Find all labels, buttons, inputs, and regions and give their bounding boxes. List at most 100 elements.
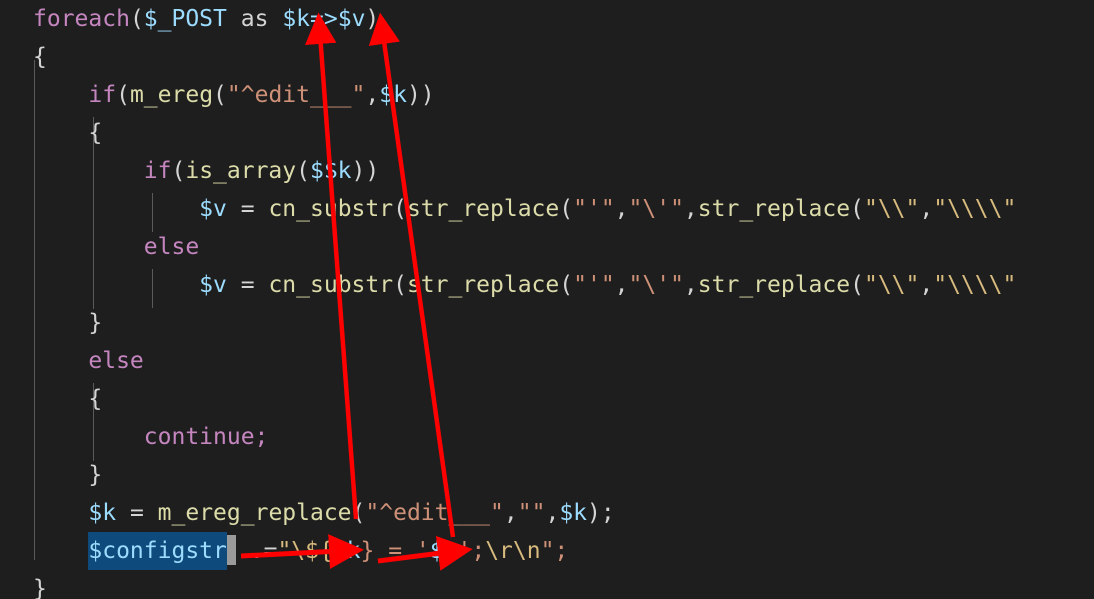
text-cursor bbox=[226, 535, 236, 565]
comma-6c: , bbox=[919, 196, 934, 222]
comma-8b: , bbox=[683, 272, 698, 298]
paren-6b: ( bbox=[559, 196, 574, 222]
code-line-3[interactable]: if(m_ereg("^edit___",$k)) bbox=[0, 76, 1094, 114]
comma-6b: , bbox=[683, 196, 698, 222]
space-14a bbox=[116, 500, 130, 526]
paren-14-close: ); bbox=[587, 500, 615, 526]
paren-8a: ( bbox=[393, 272, 407, 298]
brace-open-outer: { bbox=[33, 44, 47, 70]
space-15 bbox=[236, 538, 250, 564]
string-quad-backslash-6: "\\\\" bbox=[933, 196, 1017, 222]
string-backslash-6: "\\" bbox=[863, 196, 920, 222]
paren-close: ) bbox=[365, 6, 380, 32]
paren-5-open: ( bbox=[171, 158, 186, 184]
string-single-quote-8: "'" bbox=[573, 272, 615, 298]
string-template-start: "\${ bbox=[277, 538, 333, 564]
keyword-as: as bbox=[240, 6, 269, 32]
function-str-replace-6b: str_replace bbox=[697, 196, 851, 222]
operator-assign-14: = bbox=[129, 500, 144, 526]
code-line-6[interactable]: $v = cn_substr(str_replace("'","\'",str_… bbox=[0, 190, 1094, 228]
space-8a bbox=[227, 272, 241, 298]
function-cn-substr-8: cn_substr bbox=[268, 272, 394, 298]
string-edit-pattern-14: "^edit___" bbox=[365, 500, 504, 526]
string-template-mid: } = ' bbox=[360, 538, 430, 564]
string-edit-pattern-1: "^edit___" bbox=[226, 82, 366, 108]
paren-3b-open: ( bbox=[213, 82, 227, 108]
brace-close-if1: } bbox=[88, 310, 103, 336]
string-quad-backslash-8: "\\\\" bbox=[933, 272, 1017, 298]
function-m-ereg: m_ereg bbox=[129, 82, 214, 108]
variable-k-14: $k bbox=[88, 500, 117, 526]
paren-5-close: )) bbox=[351, 158, 380, 184]
code-line-10[interactable]: else bbox=[0, 342, 1094, 380]
brace-open-else: { bbox=[88, 386, 103, 412]
code-line-2[interactable]: { bbox=[0, 38, 1094, 76]
operator-double-arrow: => bbox=[310, 6, 338, 32]
paren-5b-open: ( bbox=[296, 158, 310, 184]
variable-k: $k bbox=[282, 6, 311, 32]
code-line-12[interactable]: continue; bbox=[0, 418, 1094, 456]
paren-3-close: )) bbox=[406, 82, 435, 108]
string-empty-14: "" bbox=[517, 500, 546, 526]
code-line-7[interactable]: else bbox=[0, 228, 1094, 266]
interpolated-variable-k: $k bbox=[332, 538, 361, 564]
paren-8c: ( bbox=[850, 272, 864, 298]
code-line-13[interactable]: } bbox=[0, 456, 1094, 494]
code-line-16[interactable]: } bbox=[0, 570, 1094, 599]
paren-14a: ( bbox=[351, 500, 366, 526]
code-line-5[interactable]: if(is_array($$k)) bbox=[0, 152, 1094, 190]
space-14b bbox=[144, 500, 158, 526]
variable-v: $v bbox=[337, 6, 366, 32]
keyword-continue: continue; bbox=[143, 424, 269, 450]
variable-v-8: $v bbox=[199, 272, 227, 298]
code-line-15[interactable]: $configstr .="\${$k} = '$v';\r\n"; bbox=[0, 532, 1094, 570]
operator-assign-6: = bbox=[240, 196, 255, 222]
space-6a bbox=[227, 196, 241, 222]
string-single-quote-6: "'" bbox=[573, 196, 615, 222]
comma-14b: , bbox=[545, 500, 560, 526]
code-lines-container: foreach($_POST as $k=>$v) { if(m_ereg("^… bbox=[0, 0, 1094, 599]
comma-6a: , bbox=[614, 196, 629, 222]
code-line-9[interactable]: } bbox=[0, 304, 1094, 342]
string-escaped-quote-6: "\'" bbox=[628, 196, 684, 222]
brace-open-if1: { bbox=[88, 120, 103, 146]
function-is-array: is_array bbox=[185, 158, 297, 184]
variable-v-6: $v bbox=[199, 196, 227, 222]
selected-variable-configstr[interactable]: $configstr bbox=[88, 532, 227, 570]
string-template-close: "; bbox=[540, 538, 569, 564]
string-backslash-8: "\\" bbox=[863, 272, 920, 298]
code-line-4[interactable]: { bbox=[0, 114, 1094, 152]
keyword-if-2: if bbox=[143, 158, 172, 184]
paren-6c: ( bbox=[850, 196, 864, 222]
paren-3-open: ( bbox=[116, 82, 130, 108]
keyword-foreach: foreach bbox=[33, 6, 130, 32]
variable-post: $_POST bbox=[143, 6, 227, 32]
function-str-replace-6a: str_replace bbox=[406, 196, 560, 222]
comma-14a: , bbox=[503, 500, 518, 526]
string-template-end: '; bbox=[457, 538, 486, 564]
paren-6a: ( bbox=[393, 196, 407, 222]
code-line-11[interactable]: { bbox=[0, 380, 1094, 418]
code-editor-view[interactable]: foreach($_POST as $k=>$v) { if(m_ereg("^… bbox=[0, 0, 1094, 599]
code-line-8[interactable]: $v = cn_substr(str_replace("'","\'",str_… bbox=[0, 266, 1094, 304]
string-escaped-quote-8: "\'" bbox=[628, 272, 684, 298]
variable-k-14b: $k bbox=[559, 500, 588, 526]
code-line-1[interactable]: foreach($_POST as $k=>$v) bbox=[0, 0, 1094, 38]
operator-assign-8: = bbox=[240, 272, 255, 298]
comma-3: , bbox=[365, 82, 380, 108]
paren-8b: ( bbox=[559, 272, 574, 298]
keyword-if-1: if bbox=[88, 82, 117, 108]
interpolated-variable-v: $v bbox=[429, 538, 458, 564]
comma-8c: , bbox=[919, 272, 934, 298]
comma-8a: , bbox=[614, 272, 629, 298]
keyword-else-1: else bbox=[143, 234, 200, 260]
function-m-ereg-replace: m_ereg_replace bbox=[157, 500, 352, 526]
variable-k-3: $k bbox=[379, 82, 407, 108]
function-str-replace-8b: str_replace bbox=[697, 272, 851, 298]
brace-close-else: } bbox=[88, 462, 103, 488]
space-8b bbox=[255, 272, 269, 298]
space-2 bbox=[268, 6, 282, 32]
code-line-14[interactable]: $k = m_ereg_replace("^edit___","",$k); bbox=[0, 494, 1094, 532]
variable-double-dollar-k: $$k bbox=[309, 158, 352, 184]
function-cn-substr-6: cn_substr bbox=[268, 196, 394, 222]
